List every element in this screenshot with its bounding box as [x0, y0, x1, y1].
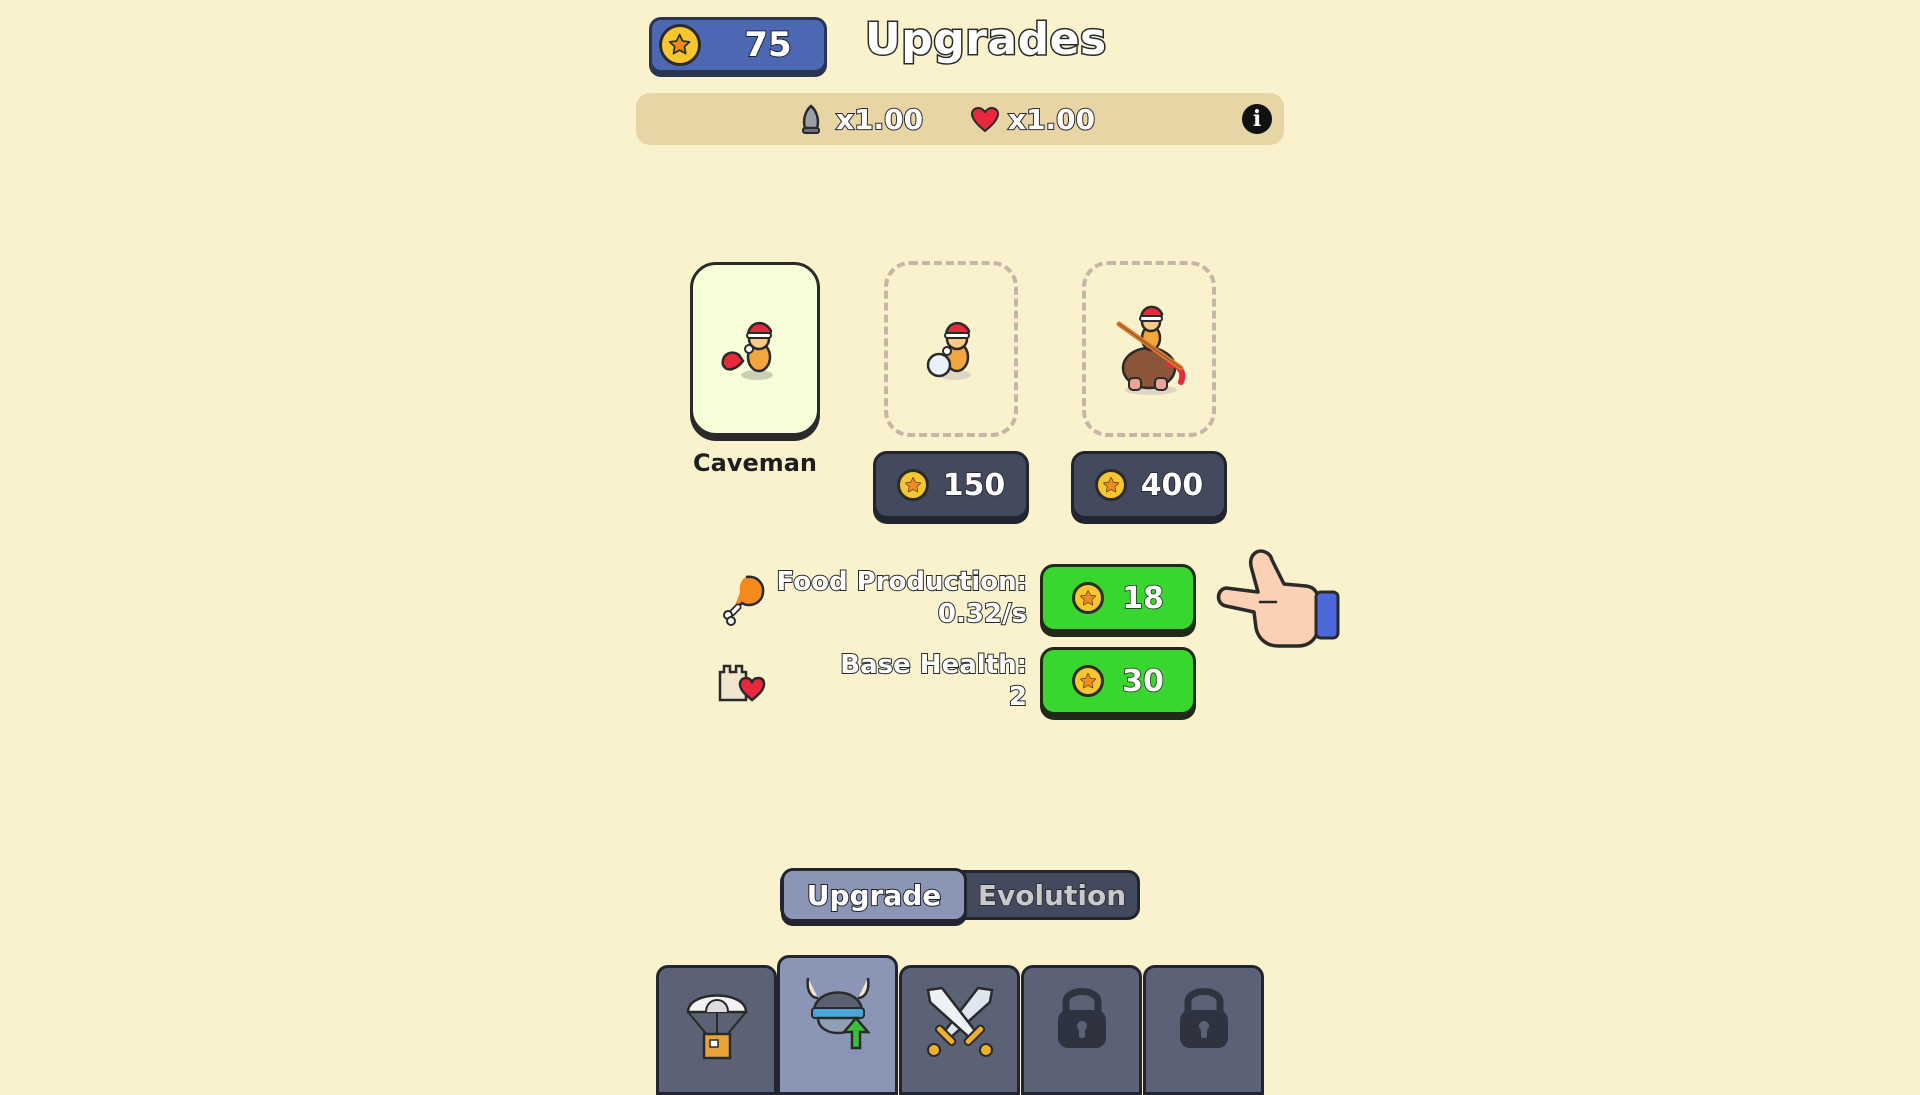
upgrade-health-button[interactable]: 30 [1040, 647, 1196, 715]
nav-upgrades[interactable] [777, 955, 898, 1095]
coin-icon [1094, 469, 1127, 501]
tab-upgrade[interactable]: Upgrade [781, 868, 967, 922]
upgrade-cost: 30 [1121, 663, 1164, 700]
upgrade-food-button[interactable]: 18 [1040, 564, 1196, 632]
coin-icon [659, 24, 701, 66]
unit-card-caveman[interactable] [690, 262, 820, 436]
stat-name: Base Health: [839, 649, 1028, 681]
tab-evolution[interactable]: Evolution [967, 873, 1137, 917]
unlock-price: 400 [1140, 467, 1204, 504]
attack-multiplier: x1.00 [835, 102, 924, 137]
unlock-unit-button-1[interactable]: 150 [873, 451, 1029, 519]
heart-icon [970, 106, 1000, 133]
locked-unit-card-1[interactable] [884, 261, 1018, 437]
stat-name: Food Production: [776, 566, 1028, 598]
caveman-santa-icon [721, 322, 773, 380]
nav-battle[interactable] [899, 965, 1020, 1095]
attack-multiplier-icon [802, 104, 820, 134]
stat-value: 0.32/s [937, 598, 1028, 630]
nav-supply-drop[interactable] [656, 965, 777, 1095]
tab-group: Upgrade Evolution [780, 868, 1140, 922]
lock-icon [1179, 988, 1228, 1048]
nav-locked-2[interactable] [1143, 965, 1264, 1095]
parachute-crate-icon [686, 994, 747, 1060]
unlock-price: 150 [942, 467, 1006, 504]
lock-icon [1057, 988, 1106, 1048]
upgrade-cost: 18 [1121, 580, 1164, 617]
food-production-label: Food Production: 0.32/s [776, 566, 1028, 630]
drumstick-icon [723, 575, 765, 626]
pointing-hand-icon [1216, 549, 1340, 648]
unlock-unit-button-2[interactable]: 400 [1071, 451, 1227, 519]
locked-unit-card-2[interactable] [1082, 261, 1216, 437]
unit-name-label: Caveman [692, 449, 818, 477]
health-multiplier: x1.00 [1007, 102, 1096, 137]
stat-value: 2 [1008, 681, 1028, 713]
multiplier-bar: x1.00 x1.00 i [636, 93, 1284, 145]
coin-icon [1072, 665, 1105, 697]
base-health-label: Base Health: 2 [839, 649, 1028, 713]
viking-upgrade-icon [805, 977, 871, 1050]
crossed-swords-icon [926, 986, 993, 1057]
snowball-caveman-icon [926, 322, 971, 380]
coin-icon [1072, 582, 1105, 614]
coin-count: 75 [743, 24, 792, 66]
mammoth-rider-icon [1116, 305, 1186, 395]
coin-icon [896, 469, 929, 501]
nav-locked-1[interactable] [1021, 965, 1142, 1095]
base-health-icon [718, 664, 766, 702]
info-icon[interactable]: i [1242, 104, 1272, 134]
coin-counter: 75 [649, 17, 827, 73]
page-title: Upgrades [864, 13, 1108, 67]
